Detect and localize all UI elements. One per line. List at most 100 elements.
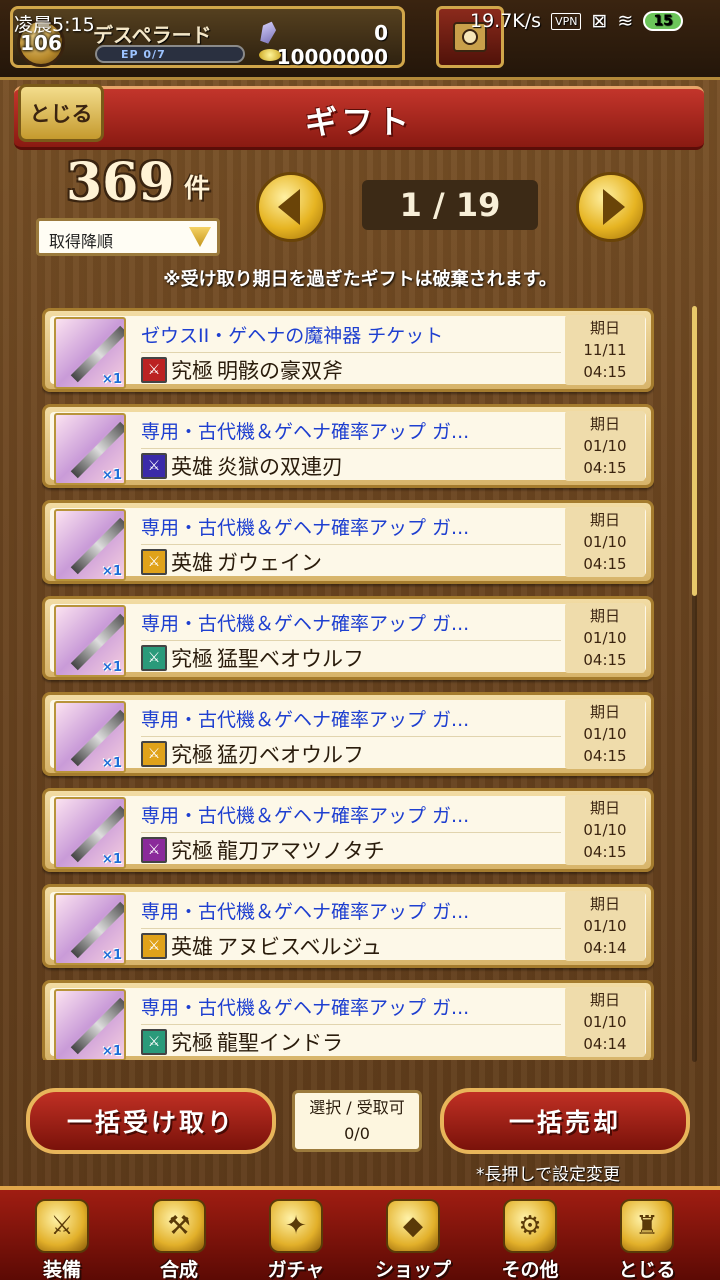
armor-icon: ⚔ [35,1199,89,1253]
gift-title: ゼウスII・ゲヘナの魔神器 チケット [141,321,561,353]
item-quantity: ×1 [102,1044,122,1059]
expiry-day: 01/10 [583,1013,627,1031]
item-quantity: ×1 [102,468,122,483]
item-rank: 英雄 [171,935,213,959]
gold-statue-icon: ♜ [620,1199,674,1253]
item-name: 猛聖ベオウルフ [217,647,364,671]
weapon-type-icon: ⚔ [141,837,167,863]
expiry-day: 01/10 [583,725,627,743]
bulk-sell-button[interactable]: 一括売却 [440,1088,690,1154]
item-quantity: ×1 [102,660,122,675]
expiry-date: 期日 11/11 04:15 [565,315,645,385]
weapon-type-icon: ⚔ [141,1029,167,1055]
expiry-time: 04:15 [583,555,627,573]
bulk-receive-button[interactable]: 一括受け取り [26,1088,276,1154]
item-thumbnail: ×1 [54,413,126,485]
item-rank: 究極 [171,1031,213,1055]
expiry-label: 期日 [589,799,620,817]
gift-title: 専用・古代機＆ゲヘナ確率アップ ガ... [141,513,561,545]
expiry-label: 期日 [589,319,620,337]
gift-count-unit: 件 [184,174,211,204]
nav-item[interactable]: ♜ とじる [597,1196,697,1280]
expiry-time: 04:15 [583,651,627,669]
expiry-date: 期日 01/10 04:15 [565,699,645,769]
nav-item[interactable]: ⚔ 装備 [12,1196,112,1280]
sort-dropdown[interactable]: 取得降順 [36,218,220,256]
item-quantity: ×1 [102,948,122,963]
status-time: 凌晨5:15 [14,14,95,36]
page-indicator: 1 / 19 [362,180,538,230]
expiry-label: 期日 [589,895,620,913]
gift-item: ⚔ 英雄 ガウェイン [141,547,322,577]
status-bar-right: 19.7K/s VPN ⊠ ≋ 15 [470,10,683,32]
expiry-day: 11/11 [583,341,627,359]
arrow-left-icon [278,189,300,225]
gift-item: ⚔ 究極 龍聖インドラ [141,1027,343,1057]
expiry-day: 01/10 [583,533,627,551]
nav-item[interactable]: ⚙ その他 [480,1196,580,1280]
next-page-button[interactable] [576,172,646,242]
top-bar: 106 デスペラード EP 0/7 0 10000000 凌晨5:15 19.7… [0,0,720,80]
gift-title: 専用・古代機＆ゲヘナ確率アップ ガ... [141,993,561,1025]
expiry-label: 期日 [589,415,620,433]
weapon-type-icon: ⚔ [141,741,167,767]
title-banner: ギフト [14,86,704,150]
gift-row[interactable]: ×1 専用・古代機＆ゲヘナ確率アップ ガ... ⚔ 英雄 炎獄の双連刃 期日 0… [42,404,654,488]
expiry-date: 期日 01/10 04:15 [565,795,645,865]
expiry-date: 期日 01/10 04:15 [565,603,645,673]
expiry-label: 期日 [589,991,620,1009]
close-button[interactable]: とじる [18,84,104,142]
expiry-day: 01/10 [583,629,627,647]
gift-row[interactable]: ×1 専用・古代機＆ゲヘナ確率アップ ガ... ⚔ 英雄 ガウェイン 期日 01… [42,500,654,584]
bottom-nav: ⚔ 装備 ⚒ 合成 ✦ ガチャ ◆ ショップ ⚙ その他 ♜ とじる [0,1186,720,1280]
network-speed: 19.7K/s [470,10,542,32]
gift-row[interactable]: ×1 ゼウスII・ゲヘナの魔神器 チケット ⚔ 究極 明骸の豪双斧 期日 11/… [42,308,654,392]
item-rank: 究極 [171,839,213,863]
gift-row[interactable]: ×1 専用・古代機＆ゲヘナ確率アップ ガ... ⚔ 究極 猛聖ベオウルフ 期日 … [42,596,654,680]
gift-title: 専用・古代機＆ゲヘナ確率アップ ガ... [141,609,561,641]
selection-counter: 選択 / 受取可 0/0 [292,1090,422,1152]
nav-item[interactable]: ◆ ショップ [363,1196,463,1280]
scrollbar-thumb[interactable] [692,306,697,596]
item-name: 炎獄の双連刃 [217,455,343,479]
item-quantity: ×1 [102,564,122,579]
vpn-badge: VPN [551,12,582,30]
nav-item[interactable]: ⚒ 合成 [129,1196,229,1280]
prev-page-button[interactable] [256,172,326,242]
item-name: アヌビスベルジュ [217,935,383,959]
arrow-right-icon [603,189,625,225]
weapon-type-icon: ⚔ [141,645,167,671]
ep-bar: EP 0/7 [95,45,245,63]
gift-row[interactable]: ×1 専用・古代機＆ゲヘナ確率アップ ガ... ⚔ 英雄 アヌビスベルジュ 期日… [42,884,654,968]
battery-indicator: 15 [643,11,683,31]
gift-row[interactable]: ×1 専用・古代機＆ゲヘナ確率アップ ガ... ⚔ 究極 猛刃ベオウルフ 期日 … [42,692,654,776]
chevron-down-icon [189,227,211,247]
expiry-date: 期日 01/10 04:14 [565,891,645,961]
gift-item: ⚔ 英雄 アヌビスベルジュ [141,931,382,961]
nav-label: ガチャ [267,1259,325,1280]
scrollbar[interactable] [692,306,697,1062]
gem-icon [258,19,279,44]
item-thumbnail: ×1 [54,893,126,965]
gift-row[interactable]: ×1 専用・古代機＆ゲヘナ確率アップ ガ... ⚔ 究極 龍聖インドラ 期日 0… [42,980,654,1060]
no-sim-icon: ⊠ [591,10,608,32]
expiry-time: 04:15 [583,459,627,477]
item-rank: 究極 [171,647,213,671]
nav-item[interactable]: ✦ ガチャ [246,1196,346,1280]
item-name: 明骸の豪双斧 [217,359,343,383]
item-thumbnail: ×1 [54,509,126,581]
item-rank: 英雄 [171,455,213,479]
expiry-time: 04:14 [583,1035,627,1053]
long-press-hint: *長押しで設定変更 [476,1165,620,1185]
expiry-time: 04:15 [583,747,627,765]
expiry-time: 04:15 [583,843,627,861]
item-rank: 究極 [171,743,213,767]
wifi-icon: ≋ [617,10,634,32]
expiry-notice: ※受け取り期日を過ぎたギフトは破棄されます。 [163,269,557,290]
crystal-icon: ◆ [386,1199,440,1253]
nav-label: その他 [501,1259,559,1280]
gift-row[interactable]: ×1 専用・古代機＆ゲヘナ確率アップ ガ... ⚔ 究極 龍刀アマツノタチ 期日… [42,788,654,872]
selection-label: 選択 / 受取可 [309,1098,405,1117]
item-thumbnail: ×1 [54,797,126,869]
expiry-time: 04:15 [583,363,627,381]
